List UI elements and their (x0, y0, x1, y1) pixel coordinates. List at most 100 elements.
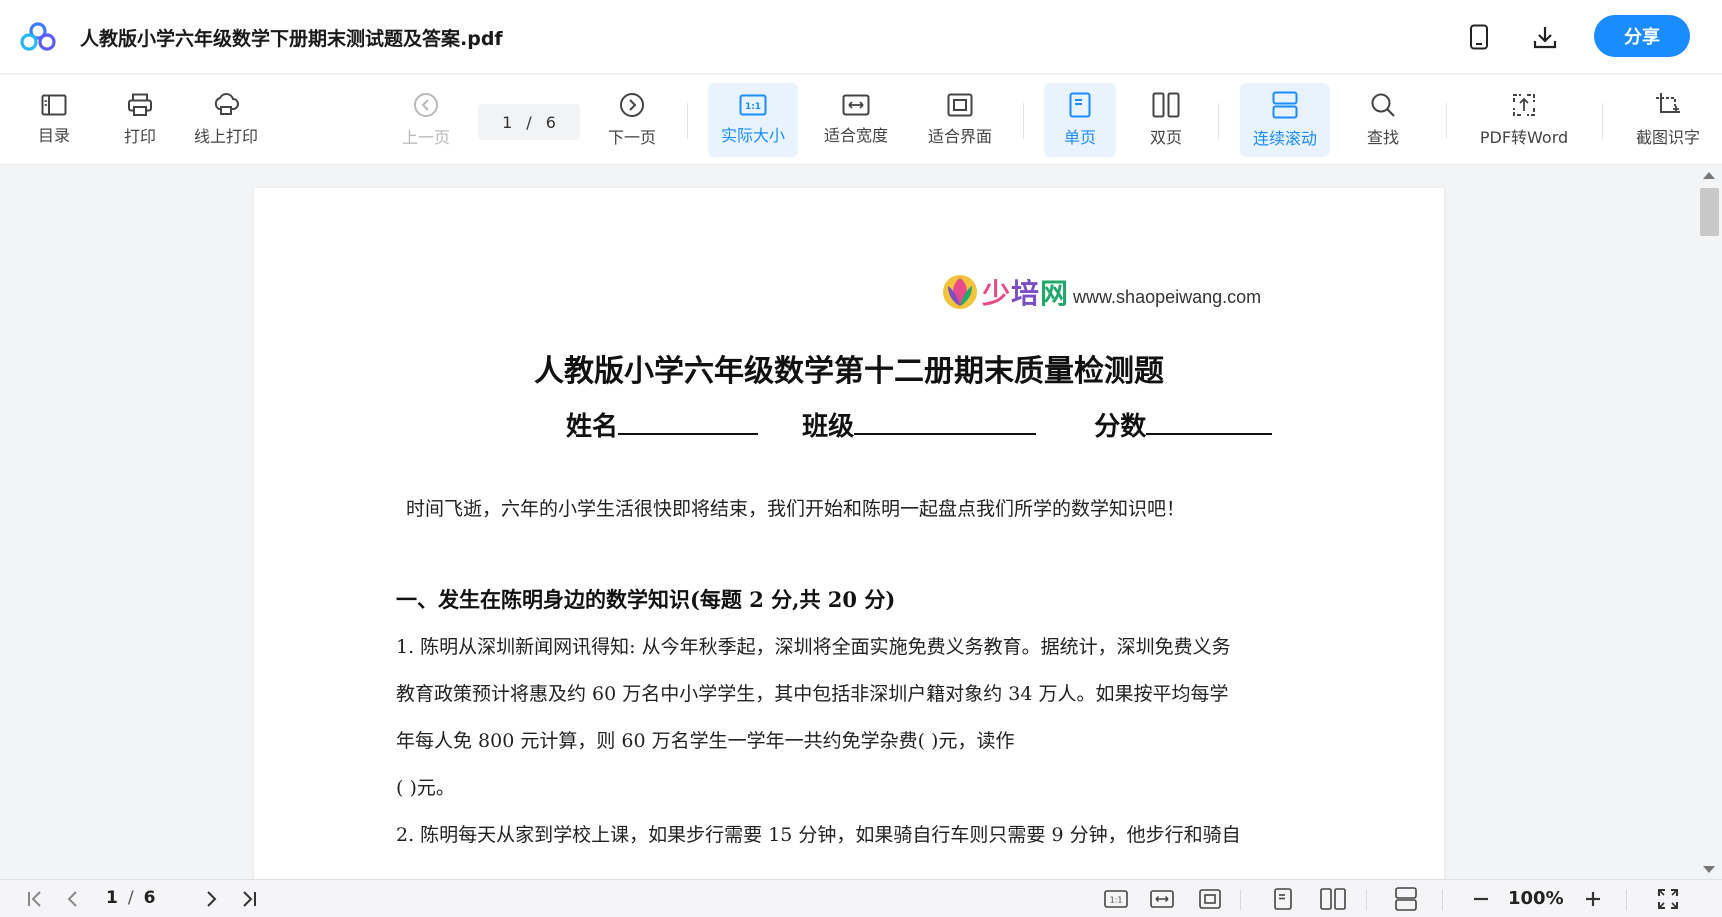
double-page-button[interactable]: 双页 (1130, 83, 1202, 157)
fullscreen-button[interactable] (1654, 886, 1682, 912)
current-page: 1 (502, 112, 513, 132)
fullscreen-icon (1658, 889, 1678, 909)
page-separator: / (526, 112, 532, 132)
fit-width-icon (842, 94, 870, 116)
continuous-scroll-icon (1395, 887, 1417, 911)
question-1-line-4: ( )元。 (396, 777, 455, 799)
app-logo-icon (20, 22, 56, 51)
screenshot-ocr-button[interactable]: 截图识字 (1626, 83, 1710, 157)
search-icon (1371, 93, 1395, 117)
score-blank (1146, 409, 1273, 435)
status-divider (1366, 890, 1367, 910)
toolbar-divider (1218, 103, 1219, 139)
status-total-pages: 6 (143, 888, 156, 908)
svg-text:1:1: 1:1 (745, 102, 761, 112)
prev-page-status-button[interactable] (60, 886, 86, 912)
printer-icon (128, 93, 152, 116)
continuous-scroll-button[interactable]: 连续滚动 (1240, 83, 1330, 157)
single-page-icon (1069, 92, 1091, 118)
status-continuous-scroll-button[interactable] (1392, 886, 1420, 912)
status-actual-size-button[interactable]: 1:1 (1102, 886, 1130, 912)
chevron-left-icon (67, 891, 77, 907)
status-bar: 1 / 6 1:1 100% (0, 879, 1722, 917)
single-page-label: 单页 (1063, 128, 1096, 147)
brand-url: www.shaopeiwang.com (1073, 286, 1262, 307)
scrollbar-thumb[interactable] (1700, 188, 1719, 236)
fit-screen-icon (1199, 889, 1221, 909)
fit-width-icon (1150, 890, 1174, 908)
exam-title: 人教版小学六年级数学第十二册期末质量检测题 (534, 354, 1164, 389)
document-viewer[interactable]: 少培网 www.shaopeiwang.com 人教版小学六年级数学第十二册期末… (0, 166, 1722, 879)
prev-circle-icon (414, 93, 438, 117)
status-current-page: 1 (106, 888, 118, 908)
class-blank (854, 409, 1037, 435)
status-fit-width-button[interactable] (1148, 886, 1176, 912)
single-page-button[interactable]: 单页 (1044, 83, 1116, 157)
cloud-print-icon (214, 93, 239, 115)
name-field-label: 姓名 (566, 412, 619, 442)
toolbar: 目录 打印 线上打印 上一页 1 / 6 下一页 1:1 实际大小 适合宽度 适… (0, 75, 1722, 165)
score-field-label: 分数 (1094, 412, 1147, 442)
actual-size-button[interactable]: 1:1 实际大小 (708, 83, 798, 157)
student-fields: 姓名 班级 分数 (566, 406, 1273, 443)
print-label: 打印 (123, 127, 156, 146)
scroll-up-arrow-icon[interactable] (1703, 172, 1715, 179)
one-to-one-icon: 1:1 (739, 94, 767, 116)
svg-text:1:1: 1:1 (1110, 896, 1123, 905)
vertical-scrollbar[interactable] (1697, 166, 1722, 879)
next-page-button[interactable]: 下一页 (602, 83, 662, 157)
prev-page-label: 上一页 (401, 128, 450, 147)
page-number-input[interactable]: 1 / 6 (478, 104, 580, 140)
toc-icon (41, 94, 67, 116)
class-field-label: 班级 (802, 412, 855, 442)
brand-char-1: 少 (982, 277, 1012, 310)
prev-page-button[interactable]: 上一页 (396, 83, 456, 157)
scroll-down-arrow-icon[interactable] (1703, 866, 1715, 873)
section-heading: 一、发生在陈明身边的数学知识(每题 2 分,共 20 分) (396, 587, 896, 612)
print-button[interactable]: 打印 (114, 83, 166, 157)
one-to-one-icon: 1:1 (1104, 890, 1128, 908)
zoom-level: 100% (1508, 888, 1564, 909)
status-single-page-button[interactable] (1270, 886, 1296, 912)
online-print-button[interactable]: 线上打印 (186, 83, 266, 157)
zoom-in-button[interactable] (1580, 886, 1606, 912)
double-page-icon (1320, 888, 1346, 910)
status-divider (1626, 890, 1627, 910)
status-fit-screen-button[interactable] (1196, 886, 1224, 912)
first-page-icon (28, 891, 41, 907)
toc-button[interactable]: 目录 (28, 83, 80, 157)
fit-screen-button[interactable]: 适合界面 (918, 83, 1002, 157)
document-title: 人教版小学六年级数学下册期末测试题及答案.pdf (80, 28, 503, 50)
fit-width-button[interactable]: 适合宽度 (814, 83, 898, 157)
fit-screen-icon (947, 93, 973, 117)
pdf-page: 少培网 www.shaopeiwang.com 人教版小学六年级数学第十二册期末… (254, 188, 1444, 879)
find-button[interactable]: 查找 (1350, 83, 1416, 157)
brand-char-3: 网 (1040, 277, 1070, 310)
toc-label: 目录 (37, 126, 70, 145)
next-page-status-button[interactable] (198, 886, 224, 912)
status-page-separator: / (127, 888, 134, 908)
status-divider (1442, 890, 1443, 910)
status-divider (1240, 890, 1241, 910)
double-page-label: 双页 (1149, 128, 1182, 147)
toolbar-divider (1602, 103, 1603, 139)
share-button[interactable]: 分享 (1594, 15, 1690, 57)
fit-width-label: 适合宽度 (823, 126, 888, 145)
total-pages: 6 (545, 112, 556, 132)
double-page-icon (1152, 92, 1180, 118)
brand-flower-icon (943, 275, 977, 309)
last-page-button[interactable] (236, 886, 262, 912)
download-icon[interactable] (1528, 20, 1562, 54)
brand-logo: 少培网 www.shaopeiwang.com (940, 272, 1261, 312)
crop-icon (1656, 93, 1680, 113)
convert-icon (1513, 94, 1535, 116)
last-page-icon (243, 891, 256, 907)
fit-screen-label: 适合界面 (927, 127, 992, 146)
status-page-indicator[interactable]: 1 / 6 (106, 888, 155, 908)
single-page-icon (1274, 888, 1292, 910)
mobile-icon[interactable] (1462, 20, 1496, 54)
pdf-to-word-button[interactable]: PDF转Word (1470, 83, 1578, 157)
first-page-button[interactable] (22, 886, 48, 912)
status-double-page-button[interactable] (1318, 886, 1348, 912)
zoom-out-button[interactable] (1468, 886, 1494, 912)
